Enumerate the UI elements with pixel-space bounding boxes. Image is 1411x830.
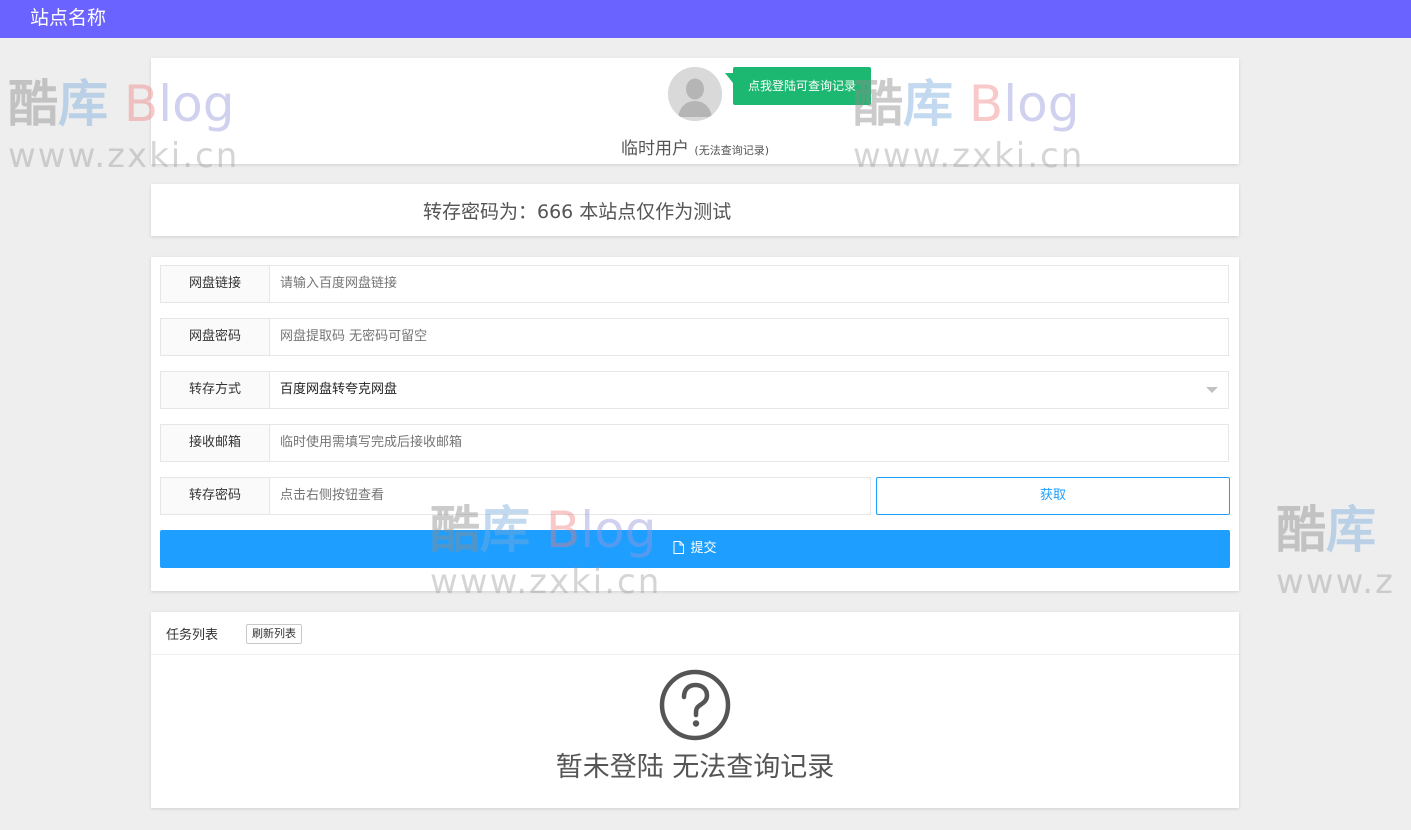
task-list-card: 任务列表 刷新列表 暂未登陆 无法查询记录: [151, 612, 1239, 808]
share-link-row: 网盘链接: [160, 265, 1229, 303]
transfer-password-input[interactable]: [280, 478, 860, 514]
transfer-mode-select[interactable]: 百度网盘转夸克网盘: [280, 372, 1180, 408]
user-card: 点我登陆可查询记录 临时用户 (无法查询记录): [151, 58, 1239, 164]
submit-button[interactable]: 提交: [160, 530, 1230, 568]
username: 临时用户 (无法查询记录): [151, 134, 1239, 159]
share-link-input[interactable]: [280, 266, 1180, 302]
submit-label: 提交: [690, 541, 717, 556]
transfer-mode-row[interactable]: 转存方式 百度网盘转夸克网盘: [160, 371, 1229, 409]
email-label: 接收邮箱: [161, 425, 270, 461]
email-input[interactable]: [280, 425, 1180, 461]
user-silhouette-icon: [668, 67, 722, 121]
share-password-row: 网盘密码: [160, 318, 1229, 356]
transfer-form: 网盘链接 网盘密码 转存方式 百度网盘转夸克网盘 接收邮箱 转存密码 获取 提交: [151, 257, 1239, 591]
get-password-button[interactable]: 获取: [876, 477, 1230, 515]
notice-text: 转存密码为：666 本站点仅作为测试: [423, 201, 732, 223]
refresh-list-button[interactable]: 刷新列表: [246, 624, 302, 644]
share-password-input[interactable]: [280, 319, 1180, 355]
transfer-mode-label: 转存方式: [161, 372, 270, 408]
share-link-label: 网盘链接: [161, 266, 270, 302]
question-icon: [659, 669, 731, 741]
site-name[interactable]: 站点名称: [30, 6, 106, 30]
username-label: 临时用户: [621, 139, 689, 159]
task-list-title: 任务列表: [166, 628, 219, 643]
avatar[interactable]: [668, 67, 722, 121]
file-icon: [673, 540, 685, 554]
email-row: 接收邮箱: [160, 424, 1229, 462]
share-password-label: 网盘密码: [161, 319, 270, 355]
chevron-down-icon[interactable]: [1206, 387, 1218, 393]
login-tip[interactable]: 点我登陆可查询记录: [725, 67, 871, 105]
watermark: 酷库 www.z: [1276, 501, 1395, 602]
top-header: 站点名称: [0, 0, 1411, 38]
transfer-password-row: 转存密码: [160, 477, 871, 515]
task-list-header: 任务列表 刷新列表: [151, 612, 1239, 655]
notice-card: 转存密码为：666 本站点仅作为测试: [151, 184, 1239, 236]
user-status: (无法查询记录): [694, 144, 769, 157]
empty-message: 暂未登陆 无法查询记录: [555, 752, 835, 783]
transfer-password-label: 转存密码: [161, 478, 270, 514]
